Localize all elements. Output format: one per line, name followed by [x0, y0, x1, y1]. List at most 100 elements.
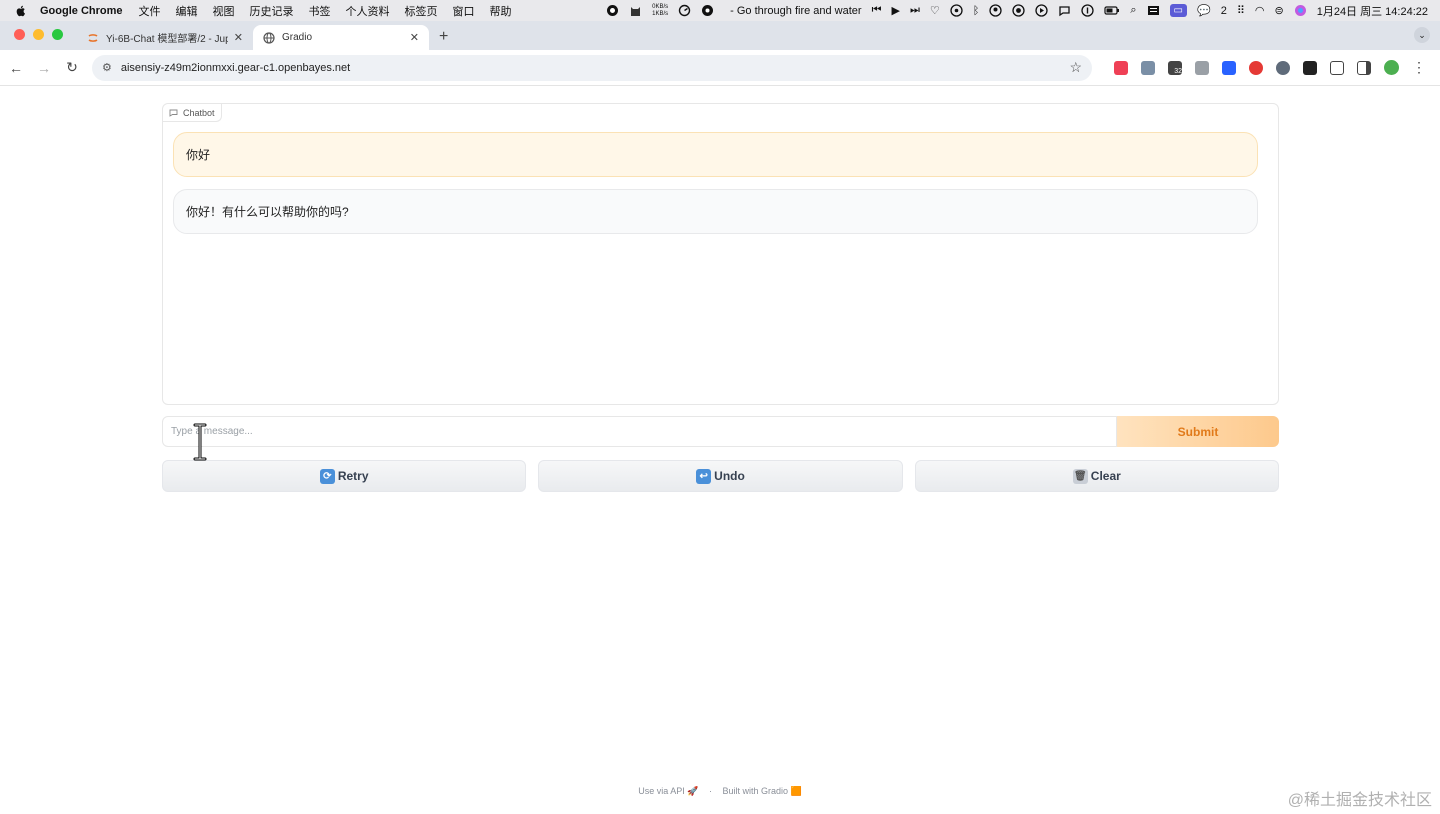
watermark: @稀土掘金技术社区	[1287, 792, 1432, 809]
close-tab-icon[interactable]: ✕	[410, 31, 419, 44]
gauge-icon[interactable]	[678, 4, 691, 17]
submit-button[interactable]: Submit	[1117, 416, 1279, 447]
one-password-icon[interactable]	[1081, 4, 1095, 17]
satellite-extension-icon[interactable]	[1141, 60, 1155, 75]
apple-logo-icon[interactable]	[14, 4, 28, 18]
record-icon[interactable]	[606, 4, 619, 17]
chat-bubble-icon[interactable]	[1058, 4, 1071, 17]
more-menu-icon[interactable]: ⋮	[1412, 59, 1426, 76]
screen-share-icon[interactable]: ▭	[1169, 4, 1187, 17]
menu-window[interactable]: 窗口	[453, 3, 475, 19]
jupyter-favicon-icon	[88, 33, 98, 42]
user-message-text: 你好	[186, 148, 211, 162]
clock[interactable]: 1月24日 周三 14:24:22	[1317, 3, 1428, 19]
gradio-page: Chatbot 你好 你好！有什么可以帮助你的吗? Submit ⟳ Retry…	[0, 86, 1440, 814]
gradio-logo-icon: 🟧	[790, 786, 802, 796]
menu-bar: Google Chrome 文件 编辑 视图 历史记录 书签 个人资料 标签页 …	[0, 0, 1440, 21]
app-name[interactable]: Google Chrome	[40, 5, 123, 17]
battery-icon	[1104, 6, 1120, 15]
address-bar[interactable]: ⚙ aisensiy-z49m2ionmxxi.gear-c1.openbaye…	[92, 54, 1092, 81]
retry-label: Retry	[337, 469, 369, 483]
badge-extension-icon[interactable]: 32	[1168, 60, 1182, 75]
side-panel-icon[interactable]	[1357, 60, 1371, 75]
chatbot-label-text: Chatbot	[183, 107, 215, 118]
wechat-icon[interactable]: 💬	[1197, 4, 1211, 17]
spotlight-search-icon[interactable]: ⌕	[1130, 4, 1136, 17]
bot-message-text: 你好！有什么可以帮助你的吗?	[186, 205, 349, 219]
clear-label: Clear	[1090, 469, 1121, 483]
siri-icon[interactable]	[1294, 4, 1307, 17]
tab-title: Gradio	[282, 32, 313, 43]
use-via-api-link[interactable]: Use via API	[638, 786, 685, 796]
bluetooth-icon[interactable]: ᛒ	[973, 5, 980, 17]
extensions-bar: 32 ⋮	[1114, 59, 1426, 76]
retry-button[interactable]: ⟳ Retry	[162, 460, 527, 492]
site-settings-icon[interactable]: ⚙	[102, 61, 112, 74]
tab-search-chevron-icon[interactable]: ⌄	[1414, 27, 1430, 43]
clear-button[interactable]: 🗑 Clear	[914, 460, 1279, 492]
puzzle-extensions-icon[interactable]	[1330, 60, 1344, 75]
menu-bookmarks[interactable]: 书签	[309, 3, 331, 19]
wechat-count: 2	[1220, 4, 1227, 17]
next-track-icon[interactable]: ⏭	[910, 4, 920, 17]
zoom-window-button[interactable]	[52, 29, 63, 40]
soccer-ball-icon[interactable]	[701, 4, 714, 17]
rocket-icon: 🚀	[687, 786, 699, 796]
undo-icon: ↩	[696, 468, 712, 484]
menu-history[interactable]: 历史记录	[250, 3, 294, 19]
forward-arrow-icon[interactable]: →	[30, 60, 58, 76]
undo-button[interactable]: ↩ Undo	[538, 460, 903, 492]
pocket-extension-icon[interactable]	[1114, 60, 1128, 75]
new-tab-button[interactable]: +	[439, 28, 448, 46]
play-circle-icon[interactable]	[1035, 4, 1049, 17]
control-grid-icon[interactable]: ⠿	[1237, 4, 1245, 17]
zip-extension-icon[interactable]	[1222, 60, 1236, 75]
tab-jupyter[interactable]: Yi-6B-Chat 模型部署/2 - Jupyter ✕	[77, 25, 253, 50]
profile-avatar[interactable]	[1384, 60, 1399, 75]
menu-grid-icon[interactable]	[1147, 4, 1160, 17]
user-status-icon[interactable]	[989, 4, 1003, 17]
menu-edit[interactable]: 编辑	[176, 3, 198, 19]
wifi-icon[interactable]: ◠	[1255, 4, 1265, 17]
heart-icon[interactable]: ♡	[930, 4, 940, 17]
close-tab-icon[interactable]: ✕	[234, 31, 243, 44]
globe-favicon-icon	[263, 31, 275, 44]
tab-gradio[interactable]: Gradio ✕	[253, 25, 429, 50]
now-playing-text[interactable]: - Go through fire and water	[730, 5, 861, 17]
menu-profiles[interactable]: 个人资料	[346, 3, 390, 19]
close-window-button[interactable]	[14, 29, 25, 40]
reload-icon[interactable]: ↻	[58, 59, 86, 76]
chatbot-panel: Chatbot 你好 你好！有什么可以帮助你的吗?	[162, 103, 1279, 405]
tab-title: Yi-6B-Chat 模型部署/2 - Jupyter	[106, 34, 228, 45]
music-app-icon[interactable]	[950, 4, 963, 17]
translate-extension-icon[interactable]	[1276, 60, 1290, 75]
undo-label: Undo	[714, 469, 745, 483]
bot-message: 你好！有什么可以帮助你的吗?	[173, 189, 1258, 234]
control-center-icon[interactable]: ⊜	[1274, 4, 1283, 17]
minimize-window-button[interactable]	[33, 29, 44, 40]
chat-icon	[169, 109, 178, 117]
previous-track-icon[interactable]: ⏮	[872, 4, 882, 17]
bookmark-star-icon[interactable]: ☆	[1069, 59, 1082, 76]
mask-extension-icon[interactable]	[1303, 60, 1317, 75]
action-buttons: ⟳ Retry ↩ Undo 🗑 Clear	[162, 460, 1279, 492]
camera-extension-icon[interactable]	[1195, 60, 1209, 75]
menu-view[interactable]: 视图	[213, 3, 235, 19]
menu-file[interactable]: 文件	[139, 3, 161, 19]
adblock-extension-icon[interactable]	[1249, 60, 1263, 75]
trash-icon: 🗑	[1072, 468, 1088, 484]
extension-badge-count: 32	[1174, 67, 1182, 75]
screen-record-icon[interactable]	[1012, 4, 1026, 17]
play-icon[interactable]: ▶	[892, 4, 900, 17]
url-text[interactable]: aisensiy-z49m2ionmxxi.gear-c1.openbayes.…	[121, 62, 1070, 74]
cat-icon[interactable]	[629, 4, 642, 17]
menu-tab[interactable]: 标签页	[405, 3, 438, 19]
menu-help[interactable]: 帮助	[490, 3, 512, 19]
back-arrow-icon[interactable]: ←	[2, 60, 30, 76]
retry-icon: ⟳	[319, 468, 335, 484]
window-controls	[14, 29, 63, 40]
built-with-gradio-link[interactable]: Built with Gradio	[723, 786, 789, 796]
message-input[interactable]	[162, 416, 1117, 447]
footer: Use via API 🚀 · Built with Gradio 🟧	[0, 786, 1440, 797]
net-speed-down: 1KB/s	[652, 10, 669, 17]
